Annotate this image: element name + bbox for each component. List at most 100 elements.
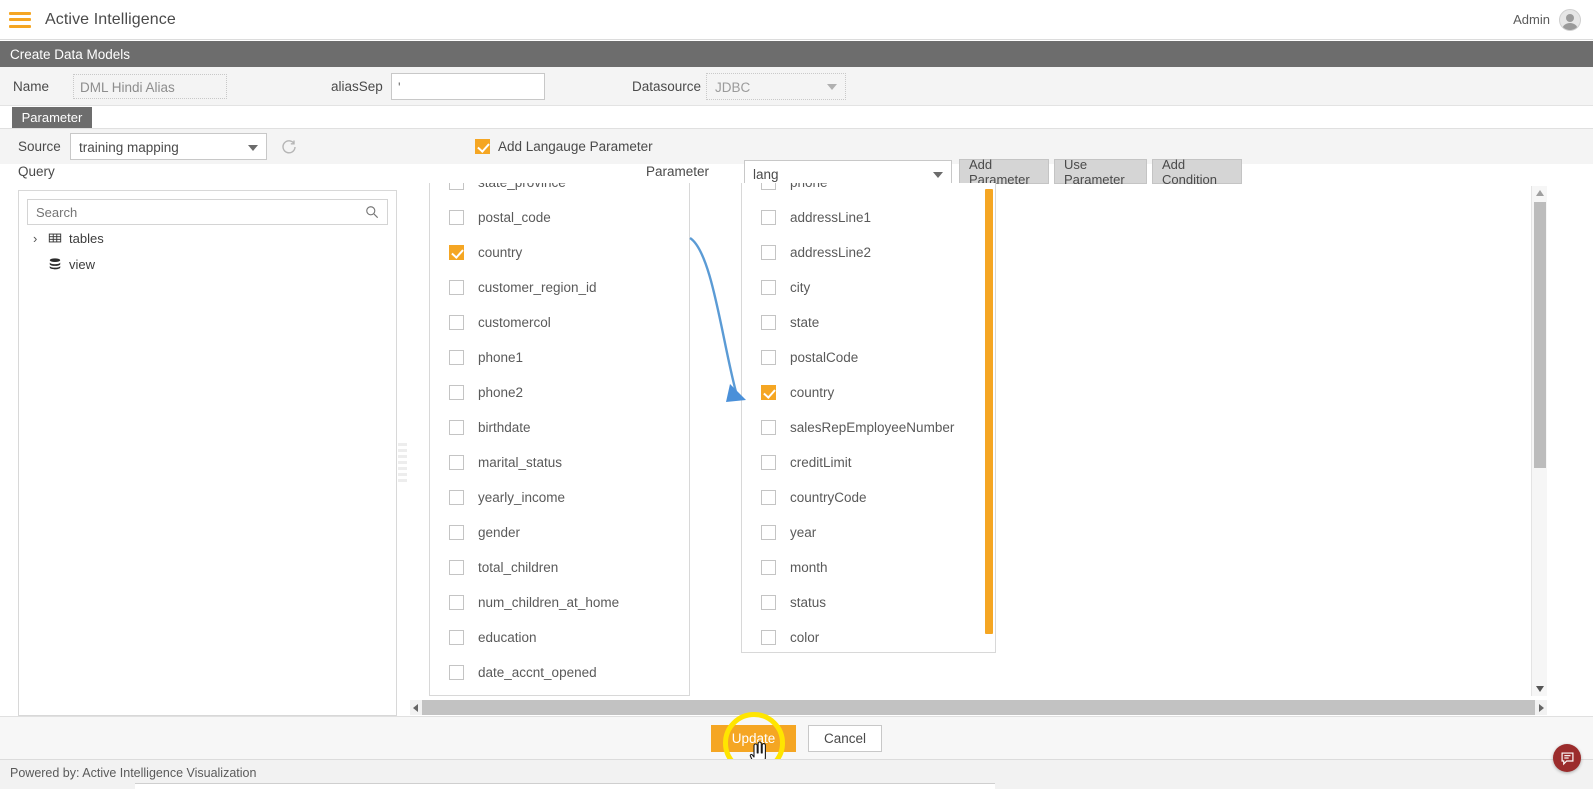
scroll-right-icon[interactable] [1539,704,1544,712]
column-item-customer_region_id[interactable]: customer_region_id [430,270,689,305]
column-item-birthdate[interactable]: birthdate [430,410,689,445]
checkbox-icon[interactable] [761,490,776,505]
page-title: Create Data Models [0,41,1593,67]
column-item-label: state_province [478,183,566,190]
checkbox-icon[interactable] [449,245,464,260]
column-item-num_children_at_home[interactable]: num_children_at_home [430,585,689,620]
column-item-color[interactable]: color [742,620,995,652]
vertical-scroll-thumb[interactable] [1534,202,1546,468]
checkbox-icon[interactable] [761,455,776,470]
search-input[interactable] [36,204,365,220]
checkbox-icon[interactable] [449,183,464,190]
column-item-phone2[interactable]: phone2 [430,375,689,410]
button-add-parameter[interactable]: Add Parameter [959,157,1049,187]
column-item-marital_status[interactable]: marital_status [430,445,689,480]
checkbox-icon[interactable] [449,560,464,575]
column-item-addressLine2[interactable]: addressLine2 [742,235,995,270]
checkbox-icon[interactable] [449,455,464,470]
column-item-month[interactable]: month [742,550,995,585]
column-item-creditLimit[interactable]: creditLimit [742,445,995,480]
checkbox-icon[interactable] [761,525,776,540]
column-item-salesRepEmployeeNumber[interactable]: salesRepEmployeeNumber [742,410,995,445]
button-add-condition[interactable]: Add Condition [1152,157,1242,187]
checkbox-icon[interactable] [761,385,776,400]
checkbox-icon[interactable] [449,420,464,435]
column-item-education[interactable]: education [430,620,689,655]
checkbox-icon[interactable] [449,665,464,680]
checkbox-icon[interactable] [761,630,776,645]
tree-item-tables[interactable]: › tables [19,225,396,251]
column-item-total_children[interactable]: total_children [430,550,689,585]
column-item-label: countryCode [790,490,867,505]
name-input[interactable]: DML Hindi Alias [73,73,227,99]
column-item-customercol[interactable]: customercol [430,305,689,340]
checkbox-icon[interactable] [449,630,464,645]
scroll-up-icon[interactable] [1536,190,1544,196]
column-item-yearly_income[interactable]: yearly_income [430,480,689,515]
tree-item-view[interactable]: view [19,251,396,277]
column-two-scrollbar[interactable] [985,189,993,634]
checkbox-icon[interactable] [761,560,776,575]
column-item-label: year [790,525,817,540]
checkbox-icon[interactable] [761,315,776,330]
checkbox-icon[interactable] [761,183,776,190]
update-button[interactable]: Update [711,724,796,752]
checkbox-icon[interactable] [449,490,464,505]
column-item-state[interactable]: state [742,305,995,340]
source-select[interactable]: training mapping [70,133,267,160]
datasource-select[interactable]: JDBC [706,72,846,100]
column-item-phone1[interactable]: phone1 [430,340,689,375]
checkbox-icon[interactable] [761,595,776,610]
column-item-country[interactable]: country [430,235,689,270]
query-editor-pane[interactable] [996,186,1531,696]
column-item-label: num_children_at_home [478,595,620,610]
aliassep-input[interactable]: ' [391,72,545,100]
source-columns-list: state_province postal_codecountry customer… [429,183,690,696]
checkbox-icon[interactable] [761,210,776,225]
checkbox-icon[interactable] [449,280,464,295]
user-avatar-icon[interactable] [1559,8,1581,31]
column-item-postal_code[interactable]: postal_code [430,200,689,235]
panel-splitter-handle[interactable] [398,440,409,482]
column-item-year[interactable]: year [742,515,995,550]
column-item-city[interactable]: city [742,270,995,305]
checkbox-icon[interactable] [449,525,464,540]
cancel-button[interactable]: Cancel [808,724,882,752]
column-item-country[interactable]: country [742,375,995,410]
horizontal-scroll-thumb[interactable] [422,700,1535,715]
hamburger-icon[interactable] [9,11,31,28]
checkbox-icon[interactable] [761,420,776,435]
checkbox-icon[interactable] [449,385,464,400]
column-item-countryCode[interactable]: countryCode [742,480,995,515]
column-item-gender[interactable]: gender [430,515,689,550]
search-icon[interactable] [365,205,379,219]
vertical-scrollbar[interactable] [1531,186,1547,696]
horizontal-scrollbar[interactable] [410,700,1547,715]
checkbox-icon[interactable] [761,350,776,365]
column-item-status[interactable]: status [742,585,995,620]
column-item-addressLine1[interactable]: addressLine1 [742,200,995,235]
search-bar[interactable] [27,199,388,225]
chat-bubble-icon[interactable] [1553,744,1581,772]
refresh-icon[interactable] [281,139,297,155]
column-item-partial[interactable]: phone [742,183,995,200]
chevron-down-icon [248,144,258,151]
scroll-down-icon[interactable] [1536,686,1544,692]
checkbox-icon[interactable] [761,245,776,260]
checkbox-icon[interactable] [449,350,464,365]
checkbox-icon[interactable] [449,210,464,225]
add-language-parameter-checkbox[interactable]: Add Langauge Parameter [475,139,653,154]
query-tree-panel: › tables view [18,190,397,716]
scroll-left-icon[interactable] [413,704,418,712]
column-item-date_accnt_opened[interactable]: date_accnt_opened [430,655,689,690]
chevron-right-icon[interactable]: › [33,231,43,246]
tab-parameter[interactable]: Parameter [12,107,92,128]
checkbox-icon[interactable] [761,280,776,295]
checkbox-icon[interactable] [449,315,464,330]
name-label: Name [13,78,50,94]
column-item-partial[interactable]: state_province [430,183,689,200]
column-item-label: yearly_income [478,490,566,505]
column-item-postalCode[interactable]: postalCode [742,340,995,375]
checkbox-icon[interactable] [449,595,464,610]
button-use-parameter[interactable]: Use Parameter [1054,157,1147,187]
